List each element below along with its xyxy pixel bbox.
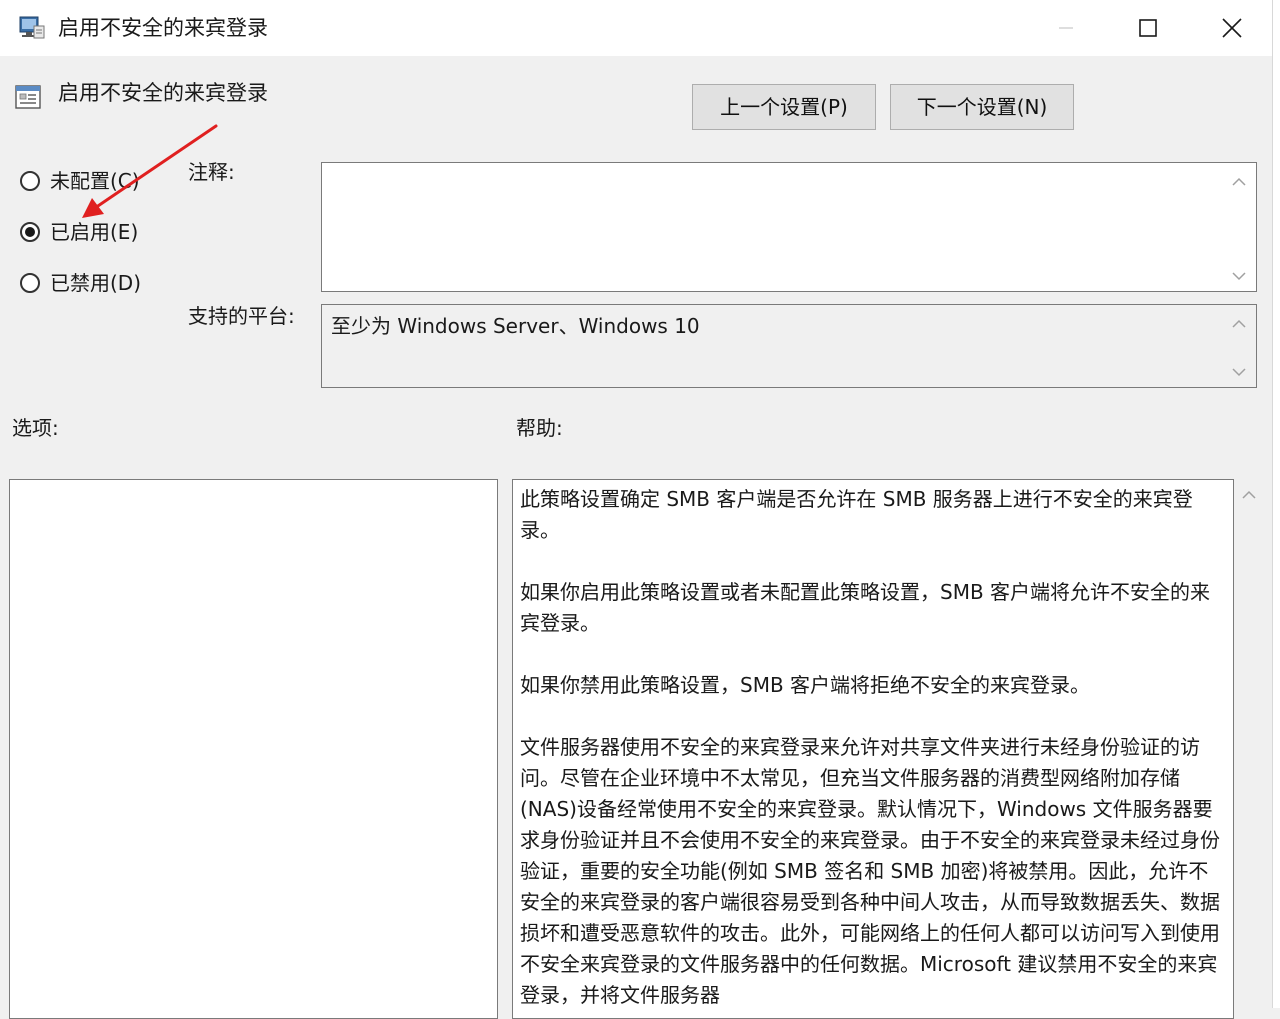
options-pane bbox=[9, 479, 498, 1019]
scroll-down-icon[interactable] bbox=[1230, 365, 1248, 379]
minimize-button[interactable] bbox=[1024, 0, 1108, 56]
close-button[interactable] bbox=[1190, 0, 1274, 56]
radio-label: 已启用(E) bbox=[50, 220, 139, 244]
supported-platform-box: 至少为 Windows Server、Windows 10 bbox=[321, 304, 1257, 388]
help-paragraph: 如果你禁用此策略设置，SMB 客户端将拒绝不安全的来宾登录。 bbox=[520, 673, 1091, 697]
window-title: 启用不安全的来宾登录 bbox=[58, 16, 268, 40]
scroll-up-icon[interactable] bbox=[1230, 317, 1248, 331]
minimize-icon bbox=[1059, 27, 1073, 29]
radio-circle bbox=[20, 273, 40, 293]
previous-setting-button[interactable]: 上一个设置(P) bbox=[692, 84, 876, 130]
comment-textarea[interactable] bbox=[321, 162, 1257, 292]
radio-not-configured[interactable]: 未配置(C) bbox=[20, 166, 140, 196]
supported-platform-label: 支持的平台: bbox=[188, 304, 295, 328]
help-label: 帮助: bbox=[516, 416, 563, 440]
policy-setting-icon bbox=[15, 85, 41, 109]
radio-circle bbox=[20, 171, 40, 191]
help-paragraph: 文件服务器使用不安全的来宾登录来允许对共享文件夹进行未经身份验证的访问。尽管在企… bbox=[520, 735, 1220, 1007]
scroll-down-icon[interactable] bbox=[1230, 269, 1248, 283]
help-paragraph: 此策略设置确定 SMB 客户端是否允许在 SMB 服务器上进行不安全的来宾登录。 bbox=[520, 487, 1193, 542]
policy-title: 启用不安全的来宾登录 bbox=[58, 81, 268, 105]
options-label: 选项: bbox=[12, 416, 59, 440]
radio-enabled[interactable]: 已启用(E) bbox=[20, 217, 138, 247]
radio-circle-selected bbox=[20, 222, 40, 242]
close-icon bbox=[1222, 18, 1242, 38]
policy-dialog: 启用不安全的来宾登录 启用不安全的来宾登录 上一个设置(P) 下一个设置(N) bbox=[0, 0, 1278, 1019]
help-paragraph: 如果你启用此策略设置或者未配置此策略设置，SMB 客户端将允许不安全的来宾登录。 bbox=[520, 580, 1211, 635]
scroll-up-icon[interactable] bbox=[1240, 488, 1258, 502]
maximize-button[interactable] bbox=[1106, 0, 1190, 56]
radio-disabled[interactable]: 已禁用(D) bbox=[20, 268, 141, 298]
window-edge bbox=[1272, 0, 1280, 1008]
maximize-icon bbox=[1139, 19, 1157, 37]
help-pane[interactable]: 此策略设置确定 SMB 客户端是否允许在 SMB 服务器上进行不安全的来宾登录。… bbox=[512, 479, 1234, 1019]
help-text: 此策略设置确定 SMB 客户端是否允许在 SMB 服务器上进行不安全的来宾登录。… bbox=[520, 484, 1226, 1018]
radio-label: 已禁用(D) bbox=[50, 271, 142, 295]
scroll-up-icon[interactable] bbox=[1230, 175, 1248, 189]
radio-label: 未配置(C) bbox=[50, 169, 140, 193]
comment-label: 注释: bbox=[188, 160, 235, 184]
title-bar: 启用不安全的来宾登录 bbox=[0, 0, 1272, 56]
policy-app-icon bbox=[19, 16, 45, 39]
supported-platform-value: 至少为 Windows Server、Windows 10 bbox=[331, 314, 700, 338]
next-setting-button[interactable]: 下一个设置(N) bbox=[890, 84, 1074, 130]
